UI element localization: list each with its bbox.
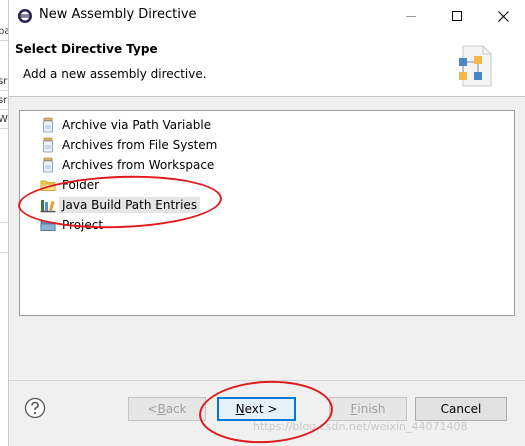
finish-button-mnemonic: F: [350, 402, 358, 416]
help-icon[interactable]: [24, 397, 46, 419]
list-item-label: Archives from Workspace: [62, 158, 215, 172]
wizard-banner-icon: [459, 45, 492, 87]
back-button[interactable]: < Back: [128, 397, 206, 421]
list-item-folder[interactable]: Folder: [40, 176, 99, 194]
folder-icon: [40, 180, 56, 191]
list-item-project[interactable]: Project: [40, 216, 103, 234]
list-item-label: Folder: [62, 178, 100, 192]
project-icon: [40, 220, 56, 231]
list-item-label: Archives from File System: [62, 138, 218, 152]
maximize-button[interactable]: [434, 0, 480, 32]
background-text: sr: [0, 95, 8, 106]
back-button-label: ack: [165, 402, 187, 416]
page-description: Add a new assembly directive.: [23, 67, 207, 81]
background-text: W: [0, 114, 8, 125]
cancel-button[interactable]: Cancel: [415, 397, 507, 421]
title-bar[interactable]: New Assembly Directive: [9, 0, 525, 32]
jar-icon: [43, 117, 53, 133]
watermark-text: https://blog.csdn.net/weixin_44071408: [253, 420, 468, 433]
footer-separator: [9, 380, 525, 381]
list-item-archives-from-file-system[interactable]: Archives from File System: [40, 136, 217, 154]
minimize-button[interactable]: [388, 0, 434, 32]
close-button[interactable]: [480, 0, 525, 32]
eclipse-app-icon: [18, 9, 32, 23]
header-separator: [9, 96, 525, 97]
library-icon: [40, 200, 56, 213]
new-assembly-directive-dialog: New Assembly Directive Select Directive …: [8, 0, 525, 446]
list-item-label: Project: [62, 218, 104, 232]
minimize-icon: [406, 16, 416, 17]
directive-type-list[interactable]: Archive via Path Variable Archives from …: [19, 110, 515, 316]
list-item-java-build-path-entries[interactable]: Java Build Path Entries: [40, 196, 201, 214]
list-item-label: Archive via Path Variable: [62, 118, 212, 132]
page-title: Select Directive Type: [15, 42, 158, 56]
next-button-mnemonic: N: [235, 402, 245, 416]
jar-icon: [43, 137, 53, 153]
back-button-prefix: <: [147, 402, 158, 416]
background-text: sr: [0, 76, 8, 87]
maximize-icon: [452, 11, 462, 21]
list-item-archives-from-workspace[interactable]: Archives from Workspace: [40, 156, 214, 174]
jar-icon: [43, 157, 53, 173]
close-icon: [497, 10, 509, 22]
wizard-header: Select Directive Type Add a new assembly…: [9, 32, 525, 96]
list-item-label: Java Build Path Entries: [59, 197, 201, 213]
window-title: New Assembly Directive: [39, 7, 197, 22]
next-button[interactable]: Next >: [217, 397, 296, 421]
back-button-mnemonic: B: [157, 402, 166, 416]
finish-button-label: inish: [357, 402, 386, 416]
list-item-archive-via-path-variable[interactable]: Archive via Path Variable: [40, 116, 211, 134]
next-button-label: ext >: [244, 402, 278, 416]
finish-button[interactable]: Finish: [329, 397, 407, 421]
